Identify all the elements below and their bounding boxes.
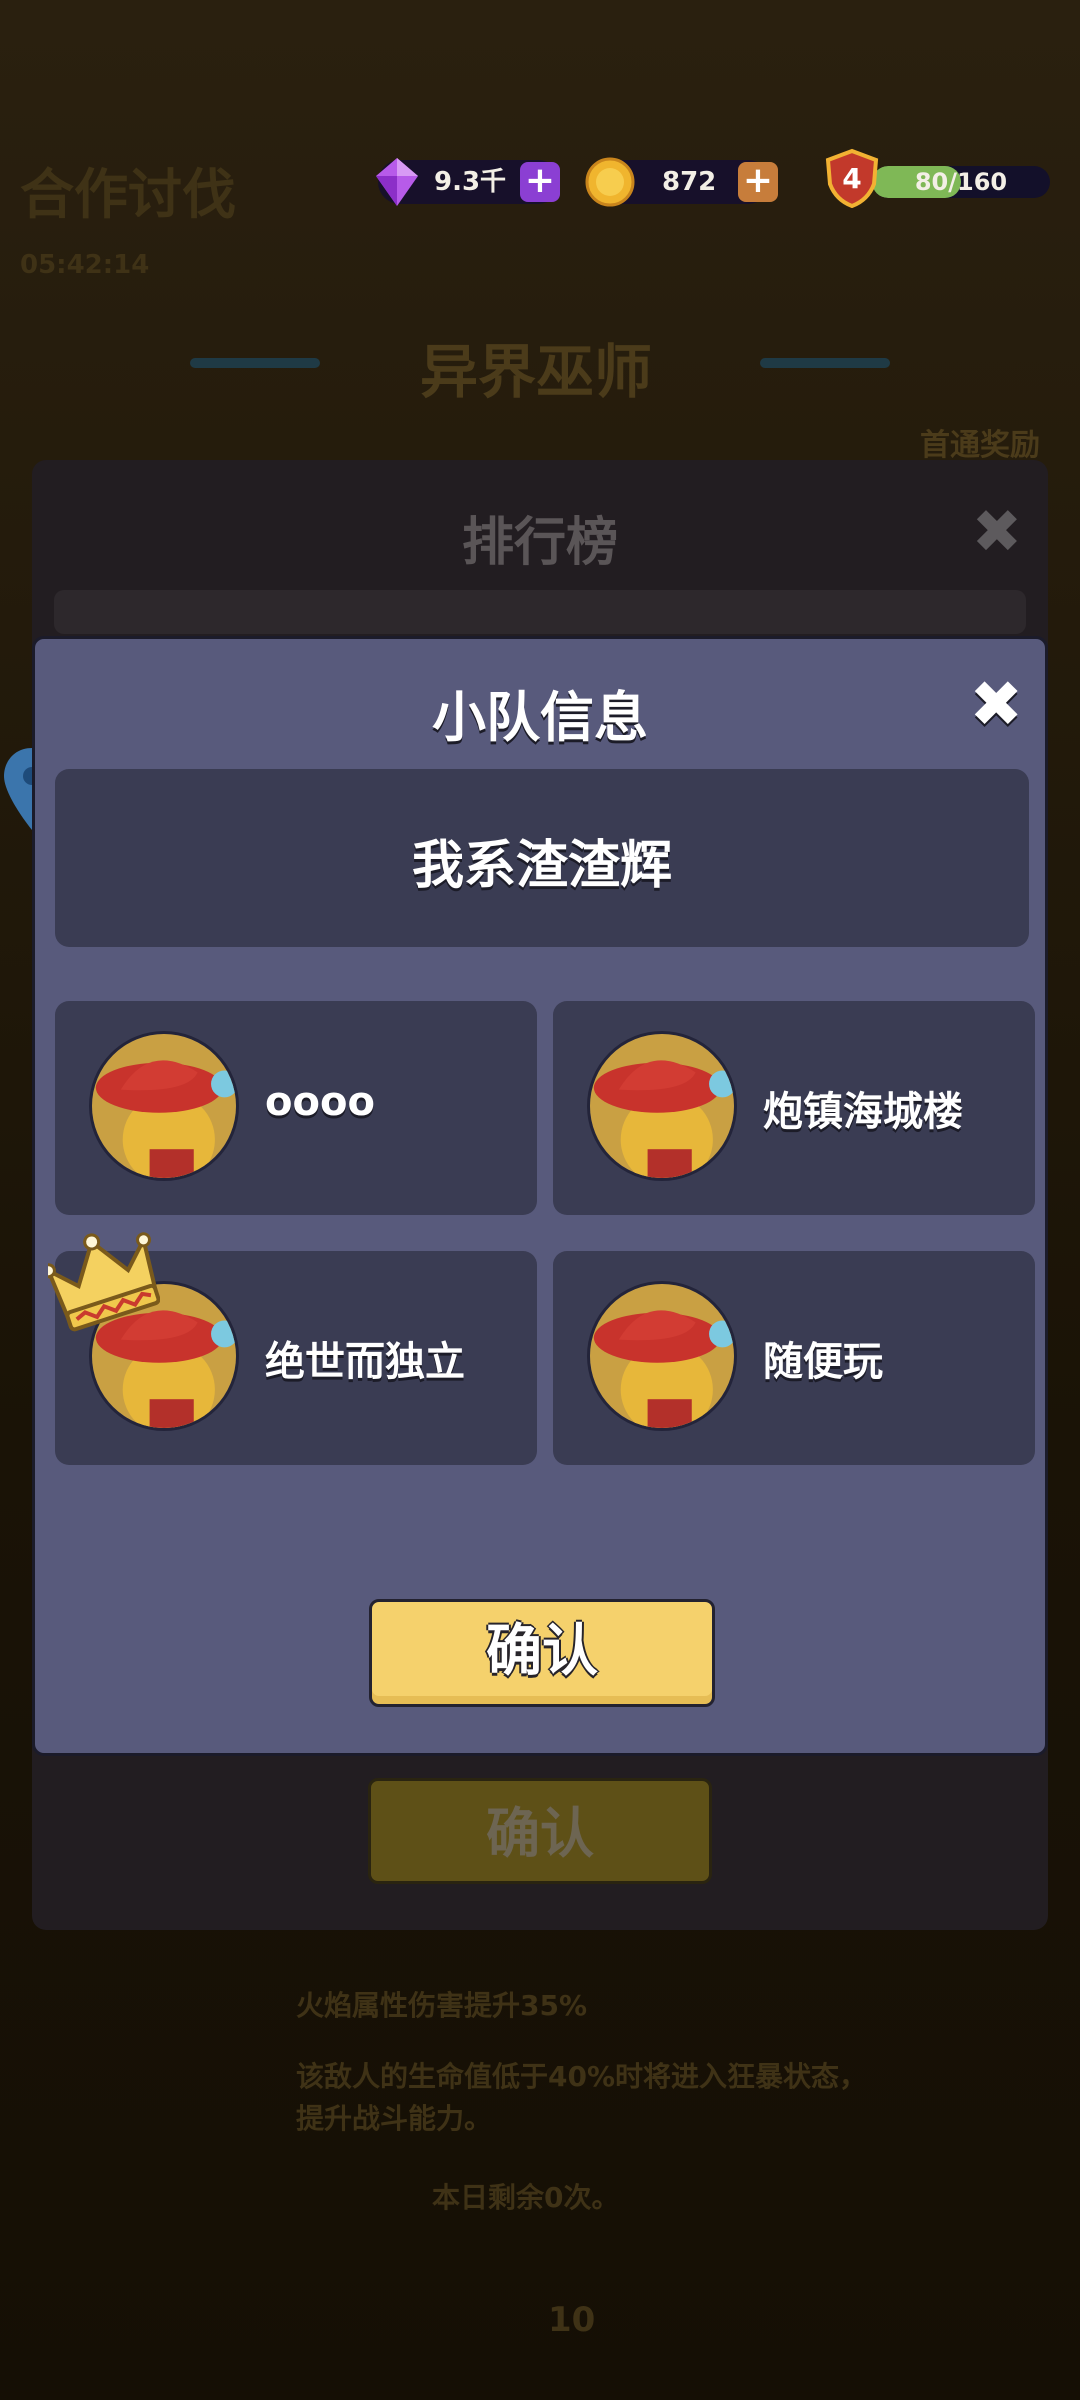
boss-name: 异界巫师	[420, 338, 653, 406]
avatar-icon	[89, 1031, 239, 1181]
close-icon[interactable]: ✖	[969, 673, 1023, 737]
team-info-modal: 小队信息 ✖ 我系渣渣辉 oooo 炮镇海城楼 绝世而独立 随便玩 确认	[32, 636, 1048, 1756]
crown-icon	[48, 1232, 160, 1332]
event-title: 合作讨伐	[20, 163, 236, 226]
leaderboard-tabbar	[54, 590, 1026, 634]
boss-bar-right	[760, 358, 890, 368]
leaderboard-close-icon[interactable]: ✖	[972, 502, 1022, 562]
boss-bar-left	[190, 358, 320, 368]
coin-count: 872	[662, 167, 717, 197]
add-gems-button[interactable]: +	[520, 162, 560, 202]
avatar-icon	[587, 1281, 737, 1431]
leaderboard-title: 排行榜	[461, 513, 618, 573]
team-name: 我系渣渣辉	[411, 836, 672, 896]
member-name: 炮镇海城楼	[763, 1089, 963, 1135]
buff-line-1: 火焰属性伤害提升35%	[296, 1989, 588, 2022]
team-name-box: 我系渣渣辉	[55, 769, 1029, 947]
xp-text: 80/160	[914, 168, 1008, 196]
level-number: 4	[842, 162, 861, 195]
member-name: 随便玩	[763, 1339, 883, 1385]
team-info-title: 小队信息	[432, 686, 648, 749]
gem-icon	[376, 158, 418, 206]
level-shield-icon: 4	[825, 148, 879, 208]
leaderboard-confirm-button[interactable]: 确认	[368, 1778, 712, 1884]
buff-line-2: 该敌人的生命值低于40%时将进入狂暴状态，提升战斗能力。	[296, 2060, 868, 2135]
cost-value: 10	[548, 2300, 596, 2340]
gem-count: 9.3千	[434, 167, 507, 197]
member-card[interactable]: 随便玩	[553, 1251, 1035, 1465]
add-coins-button[interactable]: +	[738, 162, 778, 202]
coin-icon	[585, 157, 635, 207]
avatar-icon	[587, 1031, 737, 1181]
confirm-button[interactable]: 确认	[369, 1599, 715, 1707]
event-timer: 05:42:14	[20, 250, 150, 280]
remaining-today: 本日剩余0次。	[432, 2181, 620, 2214]
member-name: oooo	[265, 1079, 375, 1125]
member-card[interactable]: oooo	[55, 1001, 537, 1215]
member-name: 绝世而独立	[265, 1339, 465, 1385]
member-card[interactable]: 炮镇海城楼	[553, 1001, 1035, 1215]
first-reward-label: 首通奖励	[920, 428, 1040, 463]
